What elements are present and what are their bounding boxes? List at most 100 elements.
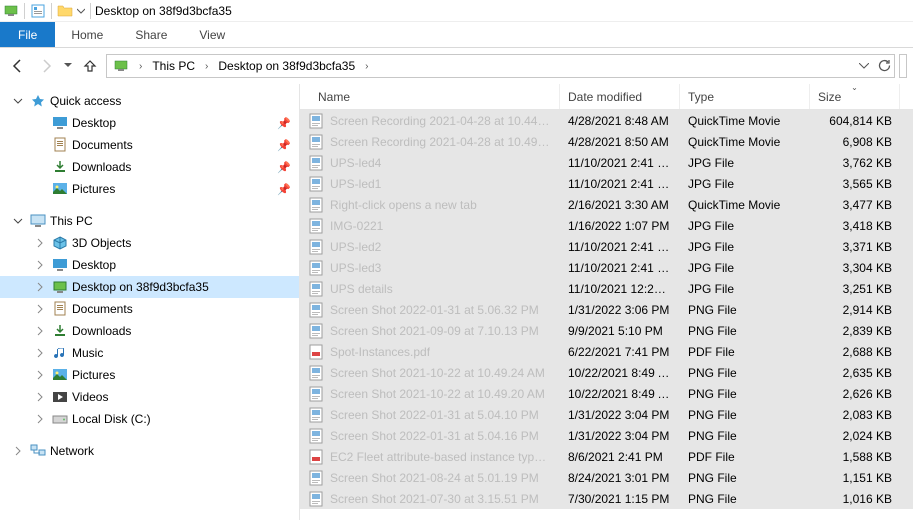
file-size: 2,083 KB [810,408,900,422]
tree-item-pictures[interactable]: Pictures📌 [0,178,299,200]
file-row[interactable]: Spot-Instances.pdf6/22/2021 7:41 PMPDF F… [300,341,913,362]
expand-icon[interactable] [34,303,46,315]
expand-icon[interactable] [34,237,46,249]
file-row[interactable]: Screen Recording 2021-04-28 at 10.44.05 … [300,110,913,131]
tree-network[interactable]: Network [0,440,299,462]
tree-item-downloads[interactable]: Downloads [0,320,299,342]
file-row[interactable]: Screen Shot 2021-10-22 at 10.49.24 AM10/… [300,362,913,383]
tree-item-desktop[interactable]: Desktop📌 [0,112,299,134]
expand-icon[interactable] [34,413,46,425]
file-row[interactable]: Screen Shot 2022-01-31 at 5.04.16 PM1/31… [300,425,913,446]
refresh-icon[interactable] [876,58,892,74]
file-row[interactable]: IMG-02211/16/2022 1:07 PMJPG File3,418 K… [300,215,913,236]
file-row[interactable]: Right-click opens a new tab2/16/2021 3:3… [300,194,913,215]
tree-item-videos[interactable]: Videos [0,386,299,408]
file-row[interactable]: Screen Recording 2021-04-28 at 10.49.51 … [300,131,913,152]
file-row[interactable]: Screen Shot 2022-01-31 at 5.06.32 PM1/31… [300,299,913,320]
file-date: 4/28/2021 8:50 AM [560,135,680,149]
file-icon [308,281,324,297]
collapse-icon[interactable] [12,95,24,107]
tree-item-downloads[interactable]: Downloads📌 [0,156,299,178]
column-name[interactable]: Name [300,84,560,109]
file-name: UPS details [330,282,393,296]
file-row[interactable]: Screen Shot 2021-09-09 at 7.10.13 PM9/9/… [300,320,913,341]
tree-item-3d-objects[interactable]: 3D Objects [0,232,299,254]
remote-desktop-icon [52,279,68,295]
chevron-right-icon[interactable]: › [201,61,212,72]
tree-item-pictures[interactable]: Pictures [0,364,299,386]
expand-icon[interactable] [34,325,46,337]
expand-icon[interactable] [34,391,46,403]
expand-icon[interactable] [34,281,46,293]
file-name: Screen Shot 2021-08-24 at 5.01.19 PM [330,471,539,485]
file-size: 1,588 KB [810,450,900,464]
downloads-icon [52,159,68,175]
up-button[interactable] [78,54,102,78]
network-icon [30,443,46,459]
address-dropdown-icon[interactable] [856,58,872,74]
file-icon [308,176,324,192]
file-name: Screen Recording 2021-04-28 at 10.49.51 … [330,135,552,149]
tree-item-local-disk-c-[interactable]: Local Disk (C:) [0,408,299,430]
column-size[interactable]: ⌄ Size [810,84,900,109]
chevron-right-icon[interactable]: › [135,61,146,72]
back-button[interactable] [6,54,30,78]
properties-icon[interactable] [29,2,47,20]
tab-share[interactable]: Share [119,22,183,47]
tree-item-documents[interactable]: Documents📌 [0,134,299,156]
file-type: JPG File [680,177,810,191]
file-row[interactable]: Screen Shot 2021-08-24 at 5.01.19 PM8/24… [300,467,913,488]
file-type: JPG File [680,240,810,254]
crumb-location[interactable]: Desktop on 38f9d3bcfa35 [214,55,359,77]
column-date[interactable]: Date modified [560,84,680,109]
crumb-root[interactable] [109,55,133,77]
qat-dropdown-icon[interactable] [76,2,86,20]
file-date: 2/16/2021 3:30 AM [560,198,680,212]
file-icon [308,365,324,381]
tree-label: Downloads [72,324,131,338]
file-row[interactable]: UPS-led311/10/2021 2:41 PMJPG File3,304 … [300,257,913,278]
recent-dropdown[interactable] [62,54,74,78]
file-row[interactable]: Screen Shot 2022-01-31 at 5.04.10 PM1/31… [300,404,913,425]
file-row[interactable]: Screen Shot 2021-07-30 at 3.15.51 PM7/30… [300,488,913,509]
tree-item-music[interactable]: Music [0,342,299,364]
pictures-icon [52,181,68,197]
tab-view[interactable]: View [183,22,241,47]
tree-item-desktop-on-38f9d3bcfa35[interactable]: Desktop on 38f9d3bcfa35 [0,276,299,298]
file-row[interactable]: UPS details11/10/2021 12:21 ...JPG File3… [300,278,913,299]
search-box[interactable] [899,54,907,78]
star-icon [30,93,46,109]
tree-quick-access[interactable]: Quick access [0,90,299,112]
videos-icon [52,389,68,405]
tree-item-desktop[interactable]: Desktop [0,254,299,276]
address-bar[interactable]: › This PC › Desktop on 38f9d3bcfa35 › [106,54,895,78]
collapse-icon[interactable] [12,215,24,227]
tree-label: Desktop [72,116,116,130]
file-list[interactable]: Screen Recording 2021-04-28 at 10.44.05 … [300,110,913,509]
spacer [34,161,46,173]
file-icon [308,407,324,423]
expand-icon[interactable] [34,259,46,271]
column-type[interactable]: Type [680,84,810,109]
tree-this-pc[interactable]: This PC [0,210,299,232]
3dobjects-icon [52,235,68,251]
file-row[interactable]: EC2 Fleet attribute-based instance type … [300,446,913,467]
desktop-icon [52,115,68,131]
file-row[interactable]: Screen Shot 2021-10-22 at 10.49.20 AM10/… [300,383,913,404]
expand-icon[interactable] [34,369,46,381]
forward-button[interactable] [34,54,58,78]
file-row[interactable]: UPS-led111/10/2021 2:41 PMJPG File3,565 … [300,173,913,194]
pin-icon: 📌 [277,139,291,152]
file-row[interactable]: UPS-led411/10/2021 2:41 PMJPG File3,762 … [300,152,913,173]
file-row[interactable]: UPS-led211/10/2021 2:41 PMJPG File3,371 … [300,236,913,257]
window-title: Desktop on 38f9d3bcfa35 [95,4,232,18]
file-size: 1,151 KB [810,471,900,485]
file-name: Screen Shot 2022-01-31 at 5.04.10 PM [330,408,539,422]
tab-file[interactable]: File [0,22,55,47]
crumb-this-pc[interactable]: This PC [148,55,199,77]
chevron-right-icon[interactable]: › [361,61,372,72]
expand-icon[interactable] [12,445,24,457]
tree-item-documents[interactable]: Documents [0,298,299,320]
tab-home[interactable]: Home [55,22,119,47]
expand-icon[interactable] [34,347,46,359]
